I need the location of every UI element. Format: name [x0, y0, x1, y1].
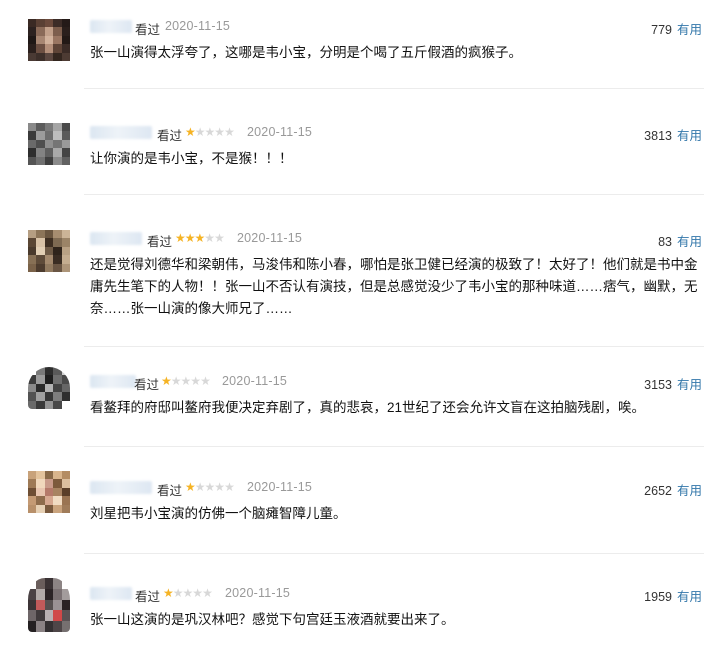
- star-icon: ★: [224, 480, 235, 494]
- star-icon: ★: [184, 231, 196, 245]
- divider: [84, 553, 704, 554]
- star-icon: ★: [185, 480, 196, 494]
- star-icon: ★: [194, 125, 206, 139]
- star-icon: ★: [172, 586, 184, 600]
- star-icon: ★: [194, 480, 206, 494]
- rating-stars: ★★★★★: [161, 374, 211, 388]
- vote-box: 2652 有用: [644, 480, 702, 499]
- rating-stars: ★★★★★: [163, 586, 213, 600]
- star-icon: ★: [190, 374, 201, 388]
- vote-count: 3153: [644, 378, 672, 392]
- vote-count: 2652: [644, 484, 672, 498]
- watched-status: 看过: [157, 129, 183, 143]
- star-icon: ★: [204, 480, 216, 494]
- star-icon: ★: [202, 586, 213, 600]
- star-icon: ★: [214, 480, 225, 494]
- rating-stars: ★★★★★: [185, 480, 235, 494]
- watched-status: 看过: [135, 590, 161, 604]
- star-icon: ★: [224, 125, 235, 139]
- comment-date: 2020-11-15: [247, 125, 313, 139]
- rating-stars: ★★★★★: [185, 125, 235, 139]
- star-icon: ★: [194, 231, 206, 245]
- vote-count: 1959: [644, 590, 672, 604]
- comment-date: 2020-11-15: [247, 480, 313, 494]
- comment-date: 2020-11-15: [165, 19, 231, 33]
- vote-count: 83: [658, 235, 672, 249]
- watched-status: 看过: [157, 484, 183, 498]
- username[interactable]: [90, 126, 152, 139]
- star-icon: ★: [214, 231, 225, 245]
- star-icon: ★: [175, 231, 186, 245]
- comment-date: 2020-11-15: [237, 231, 303, 245]
- username[interactable]: [90, 587, 132, 600]
- divider: [84, 346, 704, 347]
- comment-text: 还是觉得刘德华和梁朝伟，马浚伟和陈小春，哪怕是张卫健已经演的极致了！太好了！他们…: [90, 257, 698, 316]
- vote-box: 3813 有用: [644, 125, 702, 144]
- vote-box: 1959 有用: [644, 586, 702, 605]
- star-icon: ★: [170, 374, 182, 388]
- comment-text: 刘星把韦小宝演的仿佛一个脑瘫智障儿童。: [90, 506, 347, 521]
- vote-box: 779 有用: [651, 19, 702, 38]
- username[interactable]: [90, 232, 142, 245]
- star-icon: ★: [204, 125, 216, 139]
- username[interactable]: [90, 20, 132, 33]
- useful-button[interactable]: 有用: [677, 23, 702, 37]
- useful-button[interactable]: 有用: [677, 235, 702, 249]
- vote-box: 3153 有用: [644, 374, 702, 393]
- star-icon: ★: [204, 231, 215, 245]
- comment-text: 让你演的是韦小宝，不是猴！！！: [90, 151, 293, 166]
- useful-button[interactable]: 有用: [677, 590, 702, 604]
- username[interactable]: [90, 375, 136, 388]
- useful-button[interactable]: 有用: [677, 378, 702, 392]
- star-icon: ★: [200, 374, 211, 388]
- star-icon: ★: [214, 125, 225, 139]
- username[interactable]: [90, 481, 152, 494]
- comment-text: 张一山这演的是巩汉林吧？感觉下句宫廷玉液酒就要出来了。: [90, 612, 455, 627]
- star-icon: ★: [163, 586, 174, 600]
- vote-count: 3813: [644, 129, 672, 143]
- star-icon: ★: [185, 125, 196, 139]
- vote-count: 779: [651, 23, 672, 37]
- star-icon: ★: [161, 374, 172, 388]
- rating-stars: ★★★★★: [175, 231, 225, 245]
- useful-button[interactable]: 有用: [677, 484, 702, 498]
- watched-status: 看过: [147, 235, 173, 249]
- useful-button[interactable]: 有用: [677, 129, 702, 143]
- watched-status: 看过: [135, 23, 161, 37]
- divider: [84, 194, 704, 195]
- star-icon: ★: [180, 374, 192, 388]
- comment-text: 张一山演得太浮夸了，这哪是韦小宝，分明是个喝了五斤假酒的疯猴子。: [90, 45, 522, 60]
- divider: [84, 446, 704, 447]
- watched-status: 看过: [134, 378, 160, 392]
- comment-date: 2020-11-15: [225, 586, 291, 600]
- star-icon: ★: [192, 586, 203, 600]
- comment-date: 2020-11-15: [222, 374, 288, 388]
- divider: [84, 88, 704, 89]
- star-icon: ★: [182, 586, 194, 600]
- vote-box: 83 有用: [658, 231, 702, 250]
- comment-text: 看鳌拜的府邸叫鳌府我便决定弃剧了，真的悲哀，21世纪了还会允许文盲在这拍脑残剧，…: [90, 400, 646, 415]
